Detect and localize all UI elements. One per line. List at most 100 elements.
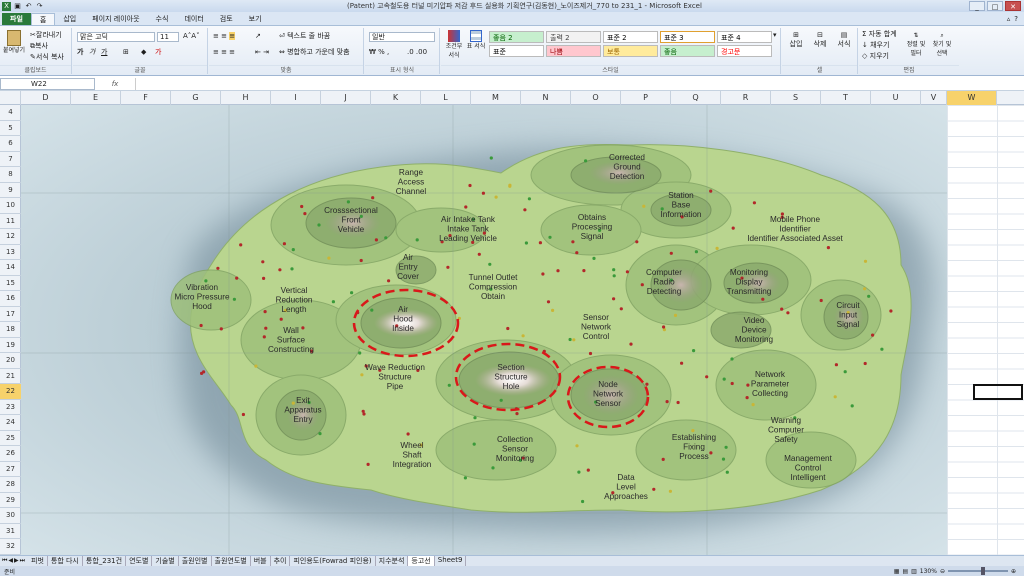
row-header-25[interactable]: 25 — [0, 431, 21, 446]
styles-more-icon[interactable]: ▾ — [773, 31, 777, 40]
sheet-tab-7[interactable]: 버블 — [251, 556, 271, 566]
align-left-icon[interactable]: ≡ ≡ ≡ — [213, 48, 235, 57]
copy-button[interactable]: ⧉복사 — [30, 42, 48, 51]
select-all-corner[interactable] — [0, 91, 21, 105]
row-header-9[interactable]: 9 — [0, 183, 21, 198]
row-header-30[interactable]: 30 — [0, 508, 21, 524]
tab-page-layout[interactable]: 페이지 레이아웃 — [84, 13, 147, 25]
font-color-icon[interactable]: 가 — [155, 48, 161, 57]
help-icon[interactable]: ? — [1014, 13, 1018, 25]
undo-icon[interactable]: ↶ — [24, 2, 33, 11]
column-header-w[interactable]: W — [947, 91, 997, 105]
row-header-4[interactable]: 4 — [0, 105, 21, 121]
style-good[interactable]: 좋음 — [660, 45, 715, 57]
row-header-5[interactable]: 5 — [0, 121, 21, 136]
next-sheet-icon[interactable]: ▶ — [14, 557, 19, 565]
column-header-h[interactable]: H — [221, 91, 271, 105]
view-page-break-icon[interactable]: ▥ — [911, 568, 917, 575]
prev-sheet-icon[interactable]: ◀ — [8, 557, 13, 565]
style-bad[interactable]: 나쁨 — [546, 45, 601, 57]
sheet-tab-2[interactable]: 통합_231건 — [83, 556, 127, 566]
row-header-23[interactable]: 23 — [0, 400, 21, 415]
row-header-21[interactable]: 21 — [0, 369, 21, 384]
active-cell-w22[interactable] — [973, 384, 1023, 400]
orientation-icon[interactable]: ↗ — [255, 32, 261, 41]
wrap-text-button[interactable]: ⏎ 텍스트 줄 바꿈 — [279, 32, 330, 41]
clear-button[interactable]: ◇ 지우기 — [862, 52, 889, 61]
row-header-27[interactable]: 27 — [0, 462, 21, 477]
style-good-2[interactable]: 좋음 2 — [489, 31, 544, 43]
fill-button[interactable]: ↓ 채우기 — [862, 41, 889, 50]
style-output-2[interactable]: 출력 2 — [546, 31, 601, 43]
row-header-31[interactable]: 31 — [0, 524, 21, 539]
column-header-n[interactable]: N — [521, 91, 571, 105]
row-header-26[interactable]: 26 — [0, 446, 21, 462]
row-header-19[interactable]: 19 — [0, 338, 21, 353]
number-format-combo[interactable]: 일반 — [369, 32, 435, 42]
align-top-icon[interactable]: ≡ ≡ ≡ — [213, 32, 236, 41]
row-header-20[interactable]: 20 — [0, 353, 21, 369]
row-header-28[interactable]: 28 — [0, 477, 21, 493]
row-header-22[interactable]: 22 — [0, 384, 21, 400]
column-header-g[interactable]: G — [171, 91, 221, 105]
decimal-icon[interactable]: .0 .00 — [407, 48, 427, 57]
style-normal-4[interactable]: 표준 4 — [717, 31, 772, 43]
column-header-t[interactable]: T — [821, 91, 871, 105]
row-header-10[interactable]: 10 — [0, 198, 21, 214]
tab-review[interactable]: 검토 — [212, 13, 241, 25]
last-sheet-icon[interactable]: ⏭ — [20, 557, 25, 565]
cut-button[interactable]: ✂잘라내기 — [30, 31, 62, 40]
save-icon[interactable]: ▣ — [13, 2, 22, 11]
column-header-m[interactable]: M — [471, 91, 521, 105]
style-warning[interactable]: 경고문 — [717, 45, 772, 57]
sheet-tab-8[interactable]: 추이 — [271, 556, 291, 566]
row-header-18[interactable]: 18 — [0, 322, 21, 338]
format-as-table-button[interactable]: 표 서식 — [466, 30, 486, 51]
bold-button[interactable]: 가 — [77, 48, 83, 57]
zoom-in-icon[interactable]: ⊕ — [1011, 568, 1016, 575]
style-normal-2[interactable]: 표준 2 — [603, 31, 658, 43]
zoom-slider[interactable] — [947, 567, 1008, 575]
row-header-17[interactable]: 17 — [0, 307, 21, 322]
row-header-29[interactable]: 29 — [0, 493, 21, 508]
fill-color-icon[interactable]: ◆ — [141, 48, 146, 57]
border-icon[interactable]: ⊞ — [123, 48, 129, 57]
row-header-12[interactable]: 12 — [0, 229, 21, 245]
column-header-p[interactable]: P — [621, 91, 671, 105]
merge-center-button[interactable]: ⇔ 병합하고 가운데 맞춤 — [279, 48, 350, 57]
sheet-nav-arrows[interactable]: ⏮ ◀ ▶ ⏭ — [0, 557, 28, 565]
row-header-13[interactable]: 13 — [0, 245, 21, 260]
topic-map-image[interactable]: Corrected Ground Detection Range Access Chann… — [21, 105, 947, 555]
row-header-11[interactable]: 11 — [0, 214, 21, 229]
paste-button[interactable]: 붙여넣기 — [2, 30, 26, 55]
zoom-level[interactable]: 130% — [920, 568, 937, 575]
sort-filter-button[interactable]: ⇅ 정렬 및 필터 — [905, 31, 927, 58]
column-header-q[interactable]: Q — [671, 91, 721, 105]
font-name-combo[interactable]: 맑은 고딕 — [77, 32, 155, 42]
column-header-l[interactable]: L — [421, 91, 471, 105]
row-header-8[interactable]: 8 — [0, 167, 21, 183]
sheet-tab-11[interactable]: 등고선 — [408, 556, 435, 566]
close-button[interactable]: ✕ — [1005, 1, 1021, 11]
conditional-format-button[interactable]: 조건부 서식 — [443, 30, 465, 60]
row-header-15[interactable]: 15 — [0, 276, 21, 291]
sheet-tab-5[interactable]: 출원인별 — [179, 556, 212, 566]
grow-font-icon[interactable]: A˄A˅ — [183, 32, 200, 41]
row-header-6[interactable]: 6 — [0, 136, 21, 152]
ribbon-minimize-icon[interactable]: ▵ — [1007, 13, 1011, 25]
column-header-d[interactable]: D — [21, 91, 71, 105]
row-header-16[interactable]: 16 — [0, 291, 21, 307]
tab-home[interactable]: 홈 — [30, 13, 56, 25]
column-header-v[interactable]: V — [921, 91, 947, 105]
sheet-tab-12[interactable]: Sheet9 — [435, 556, 467, 566]
redo-icon[interactable]: ↷ — [35, 2, 44, 11]
column-header-u[interactable]: U — [871, 91, 921, 105]
format-painter-button[interactable]: ✎서식 복사 — [30, 53, 64, 62]
tab-view[interactable]: 보기 — [241, 13, 270, 25]
column-header-s[interactable]: S — [771, 91, 821, 105]
row-header-32[interactable]: 32 — [0, 539, 21, 555]
sheet-tab-0[interactable]: 피벗 — [28, 556, 48, 566]
column-header-o[interactable]: O — [571, 91, 621, 105]
name-box[interactable]: W22 — [0, 77, 95, 90]
style-normal[interactable]: 표준 — [489, 45, 544, 57]
